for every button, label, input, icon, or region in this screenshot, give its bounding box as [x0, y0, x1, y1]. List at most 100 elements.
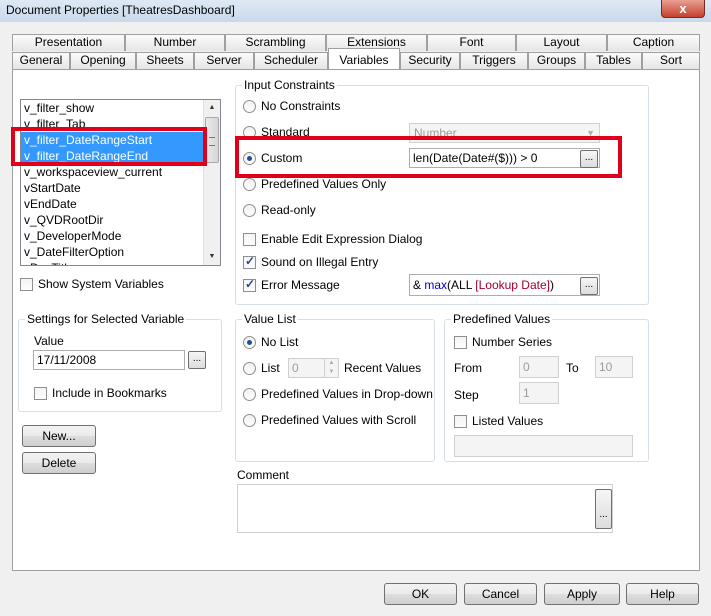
comment-field[interactable]: [237, 484, 613, 533]
list-item[interactable]: vDocTitle: [21, 260, 220, 265]
predefined-dropdown-radio[interactable]: Predefined Values in Drop-down: [243, 387, 433, 401]
predefined-scroll-radio[interactable]: Predefined Values with Scroll: [243, 413, 416, 427]
value-label: Value: [34, 334, 64, 348]
radio-dot[interactable]: [243, 335, 256, 349]
enable-expression-dialog-checkbox[interactable]: Enable Edit Expression Dialog: [243, 232, 422, 246]
enable-expression-dialog-label: Enable Edit Expression Dialog: [261, 232, 423, 246]
sound-illegal-entry-checkbox[interactable]: Sound on Illegal Entry: [243, 254, 378, 269]
scroll-up-icon[interactable]: ▲: [204, 100, 220, 116]
radio-dot[interactable]: [243, 387, 256, 401]
apply-button[interactable]: Apply: [544, 583, 620, 605]
checkbox-box[interactable]: [243, 277, 256, 292]
include-in-bookmarks-checkbox[interactable]: Include in Bookmarks: [34, 386, 167, 400]
spin-down-icon[interactable]: ▼: [325, 368, 338, 377]
show-system-variables-checkbox[interactable]: Show System Variables: [20, 277, 164, 291]
scroll-down-icon[interactable]: ▼: [204, 249, 220, 265]
number-series-label: Number Series: [472, 335, 553, 349]
no-constraints-radio[interactable]: No Constraints: [243, 99, 340, 113]
from-field[interactable]: 0: [519, 356, 559, 378]
help-button[interactable]: Help: [626, 583, 699, 605]
list-item[interactable]: v_filter_DateRangeStart: [21, 132, 220, 148]
tab-opening[interactable]: Opening: [70, 52, 136, 69]
list-radio[interactable]: List: [243, 361, 280, 375]
read-only-radio[interactable]: Read-only: [243, 203, 316, 217]
ok-button[interactable]: OK: [384, 583, 457, 605]
checkbox-box[interactable]: [243, 254, 256, 269]
comment-ellipsis-button[interactable]: ...: [595, 489, 612, 529]
custom-ellipsis-button[interactable]: ...: [580, 150, 598, 168]
expr-text: &: [413, 278, 425, 292]
tab-scrambling[interactable]: Scrambling: [225, 34, 326, 51]
error-ellipsis-button[interactable]: ...: [580, 277, 598, 295]
from-label: From: [454, 361, 482, 375]
custom-expression-field[interactable]: len(Date(Date#($))) > 0: [409, 148, 600, 168]
listed-values-field[interactable]: [454, 435, 633, 457]
checkbox-box[interactable]: [454, 335, 467, 349]
list-item[interactable]: v_filter_Tab: [21, 116, 220, 132]
predefined-only-radio[interactable]: Predefined Values Only: [243, 177, 386, 191]
new-button[interactable]: New...: [22, 425, 96, 447]
no-list-radio[interactable]: No List: [243, 335, 298, 349]
tab-general[interactable]: General: [12, 52, 70, 69]
tab-variables[interactable]: Variables: [328, 48, 400, 69]
error-message-field[interactable]: & max(ALL [Lookup Date]): [409, 274, 600, 296]
tab-layout[interactable]: Layout: [516, 34, 607, 51]
scroll-thumb[interactable]: [205, 117, 219, 163]
tab-security[interactable]: Security: [400, 52, 460, 69]
variable-list-scrollbar[interactable]: ▲ ▼: [203, 100, 220, 265]
listed-values-checkbox[interactable]: Listed Values: [454, 414, 543, 428]
standard-label: Standard: [261, 125, 310, 139]
checkbox-box[interactable]: [34, 386, 47, 400]
radio-dot[interactable]: [243, 177, 256, 191]
tab-sort[interactable]: Sort: [642, 52, 700, 69]
recent-values-spinner[interactable]: ▲ ▼: [324, 359, 338, 377]
standard-radio[interactable]: Standard: [243, 125, 310, 139]
radio-dot[interactable]: [243, 99, 256, 113]
list-item[interactable]: v_QVDRootDir: [21, 212, 220, 228]
list-item[interactable]: v_DateFilterOption: [21, 244, 220, 260]
list-item[interactable]: vStartDate: [21, 180, 220, 196]
tab-row-2: General Opening Sheets Server Scheduler …: [12, 48, 700, 69]
tab-font[interactable]: Font: [427, 34, 516, 51]
radio-dot[interactable]: [243, 413, 256, 427]
step-field[interactable]: 1: [519, 382, 559, 404]
to-field[interactable]: 10: [595, 356, 633, 378]
tab-presentation[interactable]: Presentation: [12, 34, 125, 51]
tab-scheduler[interactable]: Scheduler: [254, 52, 328, 69]
error-message-checkbox[interactable]: Error Message: [243, 277, 340, 292]
list-item[interactable]: v_filter_DateRangeEnd: [21, 148, 220, 164]
radio-dot[interactable]: [243, 151, 256, 165]
recent-values-count[interactable]: 0 ▲ ▼: [288, 358, 339, 378]
delete-button[interactable]: Delete: [22, 452, 96, 474]
checkbox-box[interactable]: [20, 277, 33, 291]
tab-sheets[interactable]: Sheets: [136, 52, 194, 69]
tab-caption[interactable]: Caption: [607, 34, 700, 51]
standard-type-dropdown[interactable]: Number ▼: [409, 123, 600, 143]
tab-triggers[interactable]: Triggers: [460, 52, 528, 69]
list-item[interactable]: v_workspaceview_current: [21, 164, 220, 180]
custom-radio[interactable]: Custom: [243, 151, 302, 165]
number-series-checkbox[interactable]: Number Series: [454, 335, 552, 349]
list-item[interactable]: vEndDate: [21, 196, 220, 212]
variable-list[interactable]: v_filter_show v_filter_Tab v_filter_Date…: [20, 99, 221, 266]
tab-tables[interactable]: Tables: [585, 52, 642, 69]
recent-values-count-value: 0: [292, 361, 299, 375]
cancel-button[interactable]: Cancel: [464, 583, 537, 605]
checkbox-box[interactable]: [454, 414, 467, 428]
input-constraints-group: Input Constraints No Constraints Standar…: [235, 78, 649, 305]
tab-number[interactable]: Number: [125, 34, 225, 51]
spin-up-icon[interactable]: ▲: [325, 359, 338, 368]
list-item[interactable]: v_DeveloperMode: [21, 228, 220, 244]
list-item[interactable]: v_filter_show: [21, 100, 220, 116]
value-ellipsis-button[interactable]: ...: [188, 351, 206, 369]
radio-dot[interactable]: [243, 125, 256, 139]
tab-server[interactable]: Server: [194, 52, 254, 69]
value-field[interactable]: 17/11/2008: [33, 350, 185, 370]
radio-dot[interactable]: [243, 203, 256, 217]
predefined-values-group: Predefined Values Number Series From 0 T…: [444, 312, 649, 462]
radio-dot[interactable]: [243, 361, 256, 375]
tab-groups[interactable]: Groups: [528, 52, 585, 69]
predefined-values-title: Predefined Values: [451, 312, 553, 326]
checkbox-box[interactable]: [243, 232, 256, 246]
close-button[interactable]: x: [661, 0, 705, 18]
